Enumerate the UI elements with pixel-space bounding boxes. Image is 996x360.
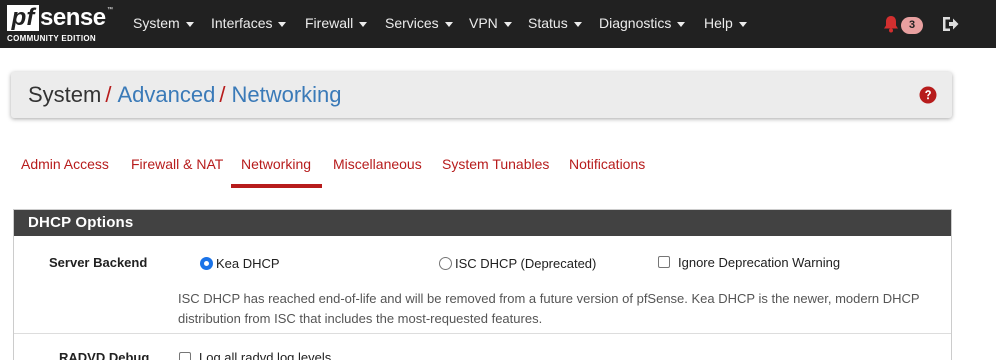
breadcrumb-bar: System / Advanced / Networking	[11, 72, 952, 118]
isc-dhcp-radio[interactable]	[439, 257, 452, 270]
tab-system-tunables[interactable]: System Tunables	[442, 156, 549, 172]
caret-down-icon	[359, 21, 368, 27]
logo-pf-mark: pf	[7, 5, 39, 31]
nav-menu-label: Firewall	[305, 15, 354, 31]
tab-miscellaneous[interactable]: Miscellaneous	[333, 156, 422, 172]
kea-dhcp-label[interactable]: Kea DHCP	[216, 256, 280, 271]
ignore-deprecation-checkbox[interactable]	[658, 256, 670, 268]
caret-down-icon	[738, 21, 747, 27]
caret-down-icon	[185, 21, 194, 27]
nav-menu-interfaces[interactable]: Interfaces	[211, 15, 287, 31]
radvd-debug-label: RADVD Debug	[59, 350, 150, 360]
nav-menu-diagnostics[interactable]: Diagnostics	[599, 15, 686, 31]
nav-menu-status[interactable]: Status	[528, 15, 582, 31]
tab-admin-access[interactable]: Admin Access	[21, 156, 109, 172]
nav-menu-label: System	[133, 15, 180, 31]
breadcrumb-root: System	[28, 82, 102, 107]
logout-icon[interactable]	[940, 14, 960, 34]
nav-menu-firewall[interactable]: Firewall	[305, 15, 368, 31]
tab-notifications[interactable]: Notifications	[569, 156, 645, 172]
nav-menu-label: Diagnostics	[599, 15, 672, 31]
nav-menu-system[interactable]: System	[133, 15, 194, 31]
nav-menu-services[interactable]: Services	[385, 15, 453, 31]
logo-trademark: ™	[107, 7, 113, 13]
breadcrumb-separator: /	[105, 82, 112, 107]
caret-down-icon	[677, 21, 686, 27]
isc-dhcp-label[interactable]: ISC DHCP (Deprecated)	[455, 256, 596, 271]
radvd-log-levels-label[interactable]: Log all radvd log levels	[199, 350, 331, 360]
nav-menu-help[interactable]: Help	[704, 15, 747, 31]
radvd-log-levels-checkbox[interactable]	[179, 352, 191, 360]
nav-menu-label: Services	[385, 15, 439, 31]
caret-down-icon	[278, 21, 287, 27]
logo-wordmark: sense	[40, 4, 106, 31]
logo-edition: COMMUNITY EDITION	[7, 34, 96, 43]
top-navbar: pf sense ™ COMMUNITY EDITION System Inte…	[0, 0, 996, 48]
tab-firewall-nat[interactable]: Firewall & NAT	[131, 156, 223, 172]
nav-menu-label: VPN	[469, 15, 498, 31]
caret-down-icon	[444, 21, 453, 27]
server-backend-help-text: ISC DHCP has reached end-of-life and wil…	[178, 291, 920, 326]
ignore-deprecation-label[interactable]: Ignore Deprecation Warning	[678, 255, 840, 270]
nav-menu-vpn[interactable]: VPN	[469, 15, 512, 31]
panel-heading: DHCP Options	[14, 210, 951, 236]
breadcrumb: System / Advanced / Networking	[28, 82, 342, 108]
nav-menu-label: Help	[704, 15, 733, 31]
bell-icon[interactable]	[881, 14, 901, 34]
dhcp-options-panel: DHCP Options Server Backend Kea DHCP ISC…	[13, 209, 952, 360]
breadcrumb-link-advanced[interactable]: Advanced	[117, 82, 215, 107]
question-circle-icon[interactable]	[919, 86, 937, 104]
nav-menu-label: Interfaces	[211, 15, 273, 31]
pfsense-logo[interactable]: pf sense ™ COMMUNITY EDITION	[7, 5, 115, 45]
breadcrumb-separator: /	[219, 82, 226, 107]
caret-down-icon	[573, 21, 582, 27]
server-backend-label: Server Backend	[49, 255, 148, 270]
notification-count-badge[interactable]: 3	[901, 17, 923, 34]
panel-title: DHCP Options	[28, 214, 134, 231]
kea-dhcp-radio[interactable]	[200, 257, 213, 270]
breadcrumb-link-networking[interactable]: Networking	[231, 82, 341, 107]
nav-menu-label: Status	[528, 15, 568, 31]
tab-networking[interactable]: Networking	[241, 156, 311, 172]
row-divider	[14, 333, 951, 334]
caret-down-icon	[503, 21, 512, 27]
